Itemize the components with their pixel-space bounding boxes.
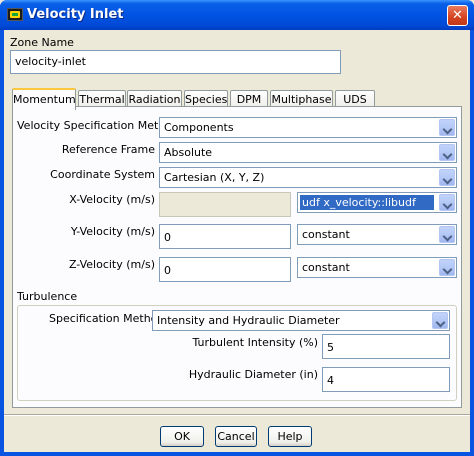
chevron-down-icon[interactable] [439,169,455,186]
hydraulic-diameter-label: Hydraulic Diameter (in) [188,368,318,381]
velocity-spec-method-value: Components [164,121,234,134]
reference-frame-select[interactable]: Absolute [159,142,457,163]
chevron-down-icon[interactable] [439,144,455,161]
coordinate-system-select[interactable]: Cartesian (X, Y, Z) [159,167,457,188]
chevron-down-icon[interactable] [439,259,455,276]
window-title: Velocity Inlet [27,7,124,22]
velocity-inlet-window: Velocity Inlet ✕ Zone Name velocity-inle… [0,0,474,456]
title-bar[interactable]: Velocity Inlet ✕ [0,0,474,30]
chevron-down-icon[interactable] [439,194,455,211]
y-velocity-input[interactable]: 0 [159,224,291,249]
turbulence-group: Specification Method Intensity and Hydra… [17,305,457,401]
turbulence-spec-method-value: Intensity and Hydraulic Diameter [157,314,340,327]
zone-name-label: Zone Name [10,36,74,49]
turbulent-intensity-label: Turbulent Intensity (%) [192,336,318,349]
app-icon [7,8,23,21]
cancel-button[interactable]: Cancel [215,426,257,447]
x-velocity-input [159,192,291,217]
y-velocity-profile-select[interactable]: constant [297,224,457,245]
ok-button[interactable]: OK [160,426,204,447]
reference-frame-label: Reference Frame [61,143,155,156]
velocity-spec-method-select[interactable]: Components [159,117,457,138]
chevron-down-icon[interactable] [439,226,455,243]
chevron-down-icon[interactable] [439,119,455,136]
close-button[interactable]: ✕ [447,5,468,26]
momentum-tab-panel: Velocity Specification Method Components… [12,106,462,408]
zone-name-input[interactable]: velocity-inlet [10,50,341,74]
turbulent-intensity-input[interactable]: 5 [322,334,450,359]
reference-frame-value: Absolute [164,146,213,159]
z-velocity-profile-select[interactable]: constant [297,257,457,278]
coordinate-system-value: Cartesian (X, Y, Z) [164,171,265,184]
y-velocity-label: Y-Velocity (m/s) [70,225,155,238]
z-velocity-profile-value: constant [302,261,350,274]
z-velocity-label: Z-Velocity (m/s) [68,258,155,271]
dialog-client-area: Zone Name velocity-inlet Momentum Therma… [4,30,470,452]
y-velocity-profile-value: constant [302,228,350,241]
coordinate-system-label: Coordinate System [50,168,155,181]
help-button[interactable]: Help [268,426,312,447]
hydraulic-diameter-input[interactable]: 4 [322,367,450,392]
button-separator [4,414,470,416]
x-velocity-profile-value: udf x_velocity::libudf [300,195,434,210]
z-velocity-input[interactable]: 0 [159,257,291,282]
x-velocity-profile-select[interactable]: udf x_velocity::libudf [297,192,457,213]
chevron-down-icon[interactable] [432,312,448,329]
tab-momentum[interactable]: Momentum [12,88,76,110]
turbulence-spec-method-label: Specification Method [49,312,165,325]
x-velocity-label: X-Velocity (m/s) [69,193,155,206]
turbulence-spec-method-select[interactable]: Intensity and Hydraulic Diameter [152,310,450,331]
velocity-spec-method-label: Velocity Specification Method [17,119,180,132]
turbulence-group-title: Turbulence [17,290,78,303]
